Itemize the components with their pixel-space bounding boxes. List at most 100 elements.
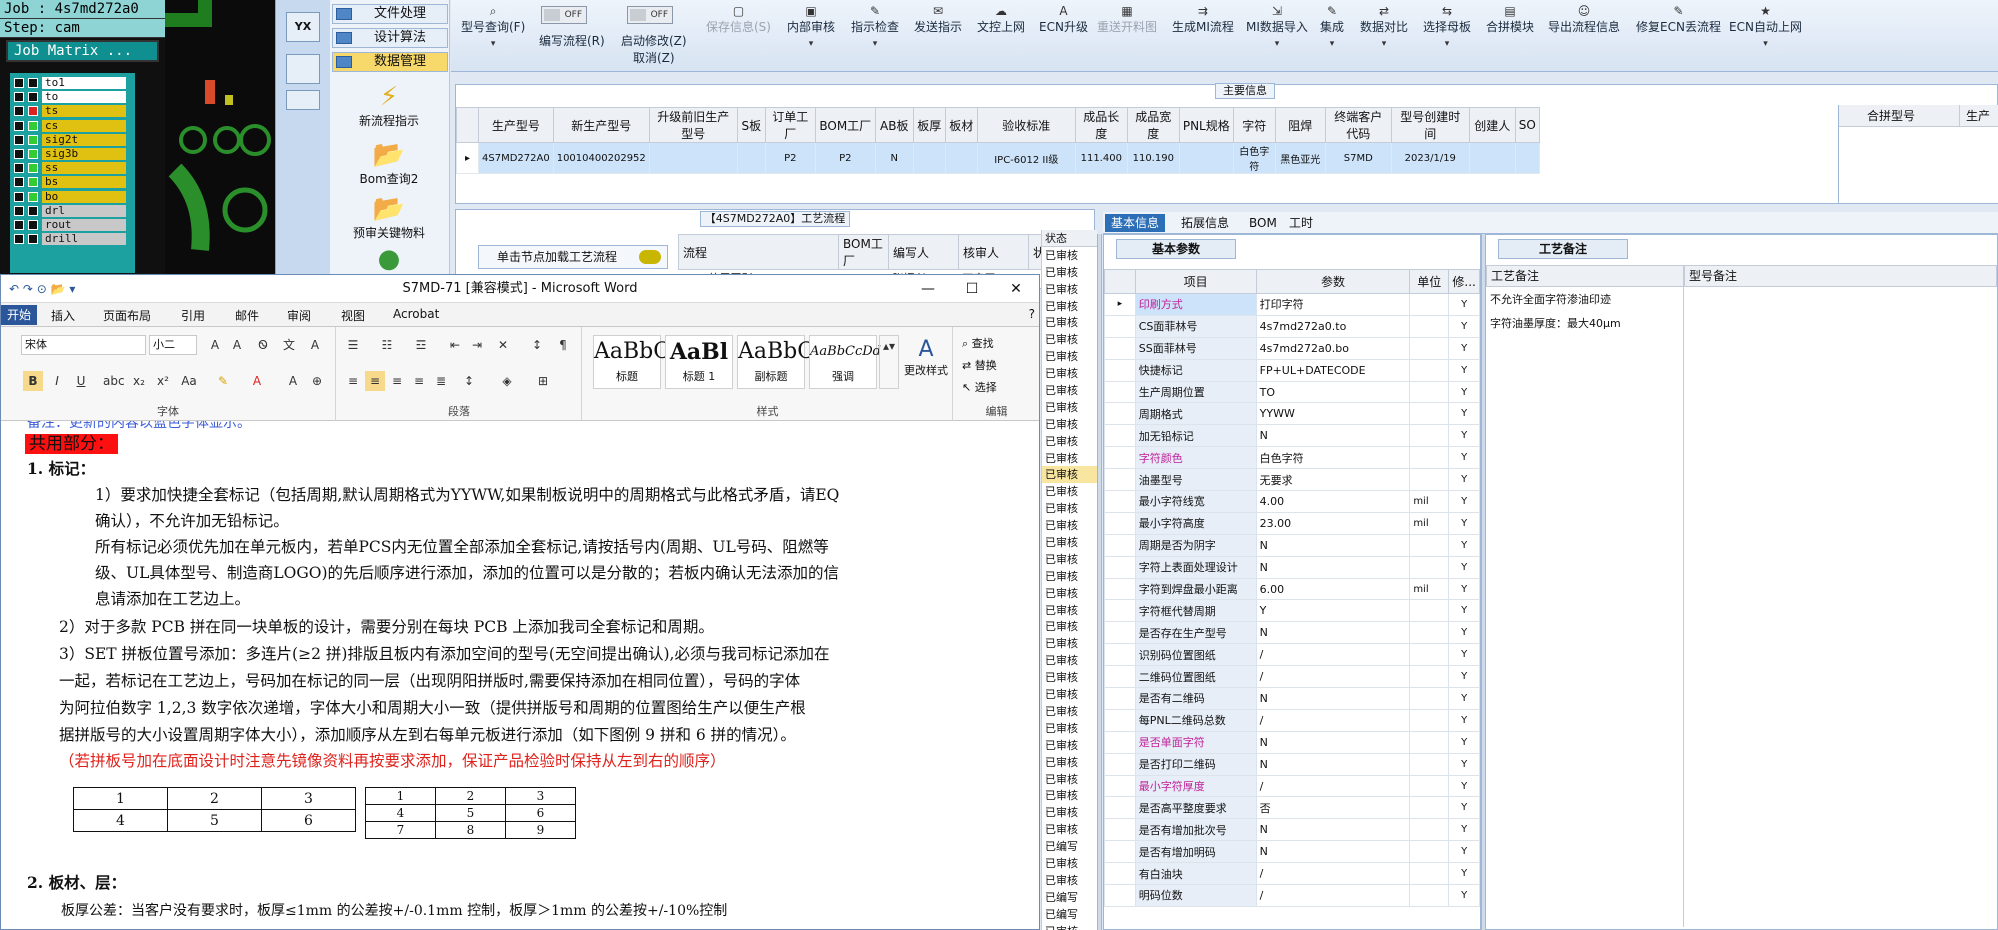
table-row[interactable]: 识别码位置图纸 / Y	[1104, 643, 1480, 667]
shrink-font-icon[interactable]: A	[227, 335, 247, 355]
layer-visibility-checkbox[interactable]	[28, 163, 38, 174]
change-case-icon[interactable]: Aa	[179, 371, 199, 391]
load-flow-button[interactable]: 单击节点加载工艺流程	[478, 245, 668, 269]
table-row[interactable]: 加无铅标记 N Y	[1104, 424, 1480, 448]
table-cell[interactable]: 黑色亚光	[1274, 142, 1326, 174]
bullets-icon[interactable]: ☰	[343, 335, 363, 355]
param-value[interactable]: 4.00	[1255, 490, 1411, 513]
layer-checkbox[interactable]	[14, 92, 24, 103]
align-left-icon[interactable]: ≡	[343, 371, 363, 391]
status-cell[interactable]: 已审核	[1042, 298, 1097, 315]
status-cell[interactable]: 已审核	[1042, 483, 1097, 500]
status-cell[interactable]: 已审核	[1042, 314, 1097, 331]
nav-item-user[interactable]: ●	[330, 244, 448, 274]
param-value[interactable]: FP+UL+DATECODE	[1255, 358, 1411, 382]
status-cell[interactable]: 已审核	[1042, 281, 1097, 298]
layer-row[interactable]: drill	[14, 233, 130, 246]
param-modify-flag[interactable]: Y	[1448, 490, 1480, 513]
table-row[interactable]: 油墨型号 无要求 Y	[1104, 468, 1480, 492]
font-color-icon[interactable]: A	[247, 371, 267, 391]
distribute-icon[interactable]: ≣	[431, 371, 451, 391]
layer-row[interactable]: ss	[14, 162, 130, 175]
tab-basic-info[interactable]: 基本信息	[1105, 214, 1166, 232]
nav-tab-data[interactable]: 数据管理	[332, 52, 448, 72]
calculator-icon[interactable]	[286, 54, 320, 84]
enclose-char-icon[interactable]: ⊕	[307, 371, 327, 391]
status-cell[interactable]: 已审核	[1042, 754, 1097, 771]
status-cell[interactable]: 已审核	[1042, 669, 1097, 686]
table-row[interactable]: 是否有增加明码 N Y	[1104, 840, 1480, 864]
layer-visibility-checkbox[interactable]	[28, 191, 38, 202]
param-value[interactable]: 打印字符	[1255, 293, 1411, 316]
char-shading-icon[interactable]: A	[283, 371, 303, 391]
document-body[interactable]: 备注：更新的内容以蓝色字体显示。 共用部分： 1. 标记： 1）要求加快捷全套标…	[1, 421, 1039, 929]
integrate-button[interactable]: ✎ 集成 ▾	[1320, 4, 1344, 49]
table-cell[interactable]	[736, 142, 766, 174]
table-row[interactable]: 最小字符线宽 4.00 mil Y	[1104, 490, 1480, 513]
table-row[interactable]: 快捷标记 FP+UL+DATECODE Y	[1104, 358, 1480, 382]
table-row[interactable]: 是否打印二维码 N Y	[1104, 752, 1480, 776]
param-modify-flag[interactable]: Y	[1448, 293, 1480, 316]
table-cell[interactable]: 110.190	[1126, 142, 1180, 174]
style-title[interactable]: AaBbC 标题	[593, 335, 670, 389]
layer-row[interactable]: cs	[14, 119, 130, 132]
param-modify-flag[interactable]: Y	[1448, 840, 1480, 864]
bold-icon[interactable]: B	[23, 371, 43, 391]
status-cell[interactable]: 已审核	[1042, 720, 1097, 737]
param-value[interactable]: 否	[1255, 796, 1411, 820]
yx-icon[interactable]: YX	[286, 12, 320, 42]
table-row[interactable]: ▸ 4S7MD272A0 10010400202952 P2 P2 N IPC-6012 I…	[456, 142, 1540, 174]
table-cell[interactable]	[1178, 142, 1234, 174]
table-cell[interactable]: S7MD	[1324, 142, 1392, 174]
status-cell[interactable]: 已审核	[1042, 416, 1097, 433]
layer-row[interactable]: sig2t	[14, 133, 130, 146]
table-cell[interactable]	[944, 142, 978, 174]
status-cell[interactable]: 已审核	[1042, 771, 1097, 788]
table-row[interactable]: 是否有增加批次号 N Y	[1104, 818, 1480, 842]
merge-module-button[interactable]: ▤ 合拼模块	[1486, 4, 1534, 35]
check-instruction-button[interactable]: ✎ 指示检查 ▾	[851, 4, 899, 49]
table-cell[interactable]: IPC-6012 II级	[976, 142, 1076, 174]
nav-tab-design[interactable]: 设计算法	[332, 28, 448, 48]
param-modify-flag[interactable]: Y	[1448, 599, 1480, 623]
status-cell[interactable]: 已审核	[1042, 399, 1097, 416]
table-cell[interactable]: P2	[814, 142, 876, 174]
param-value[interactable]: N	[1255, 687, 1411, 710]
layer-checkbox[interactable]	[14, 205, 24, 216]
layer-row[interactable]: ts	[14, 105, 130, 118]
layer-checkbox[interactable]	[14, 220, 24, 230]
layer-visibility-checkbox[interactable]	[28, 220, 38, 230]
layer-visibility-checkbox[interactable]	[28, 234, 38, 245]
increase-indent-icon[interactable]: ⇥	[467, 335, 487, 355]
styles-scroll[interactable]: ▴▾	[879, 335, 899, 389]
status-cell[interactable]: 已编写	[1042, 838, 1097, 855]
nav-tab-file[interactable]: 文件处理	[332, 4, 448, 24]
layer-checkbox[interactable]	[14, 177, 24, 188]
highlight-icon[interactable]: ✎	[213, 371, 233, 391]
close-icon[interactable]: ✕	[993, 275, 1039, 303]
param-modify-flag[interactable]: Y	[1448, 533, 1480, 557]
font-size-select[interactable]: 小二	[149, 335, 197, 355]
table-row[interactable]: 生产周期位置 TO Y	[1104, 380, 1480, 404]
tab-acrobat[interactable]: Acrobat	[393, 307, 439, 321]
start-edit-toggle[interactable]: OFF	[627, 6, 673, 24]
table-row[interactable]: 是否存在生产型号 N Y	[1104, 621, 1480, 645]
ecn-auto-upload-button[interactable]: ★ ECN自动上网 ▾	[1729, 4, 1802, 49]
style-heading1[interactable]: AaBl 标题 1	[665, 335, 733, 389]
param-value[interactable]: /	[1255, 862, 1411, 886]
layer-visibility-checkbox[interactable]	[28, 205, 38, 216]
grow-font-icon[interactable]: A	[205, 335, 225, 355]
tab-work-hours[interactable]: 工时	[1283, 214, 1319, 232]
param-modify-flag[interactable]: Y	[1448, 511, 1480, 535]
tab-mailings[interactable]: 邮件	[235, 307, 259, 324]
layer-visibility-checkbox[interactable]	[28, 149, 38, 159]
line-spacing-icon[interactable]: ↕	[459, 371, 479, 391]
align-center-icon[interactable]: ≡	[365, 371, 385, 391]
tab-review[interactable]: 审阅	[287, 307, 311, 324]
char-border-icon[interactable]: A	[305, 335, 325, 355]
strikethrough-icon[interactable]: abc	[103, 371, 125, 391]
param-value[interactable]: TO	[1255, 380, 1411, 404]
status-cell[interactable]: 已审核	[1042, 365, 1097, 382]
layer-visibility-checkbox[interactable]	[28, 177, 38, 188]
table-row[interactable]: 是否有二维码 N Y	[1104, 687, 1480, 710]
